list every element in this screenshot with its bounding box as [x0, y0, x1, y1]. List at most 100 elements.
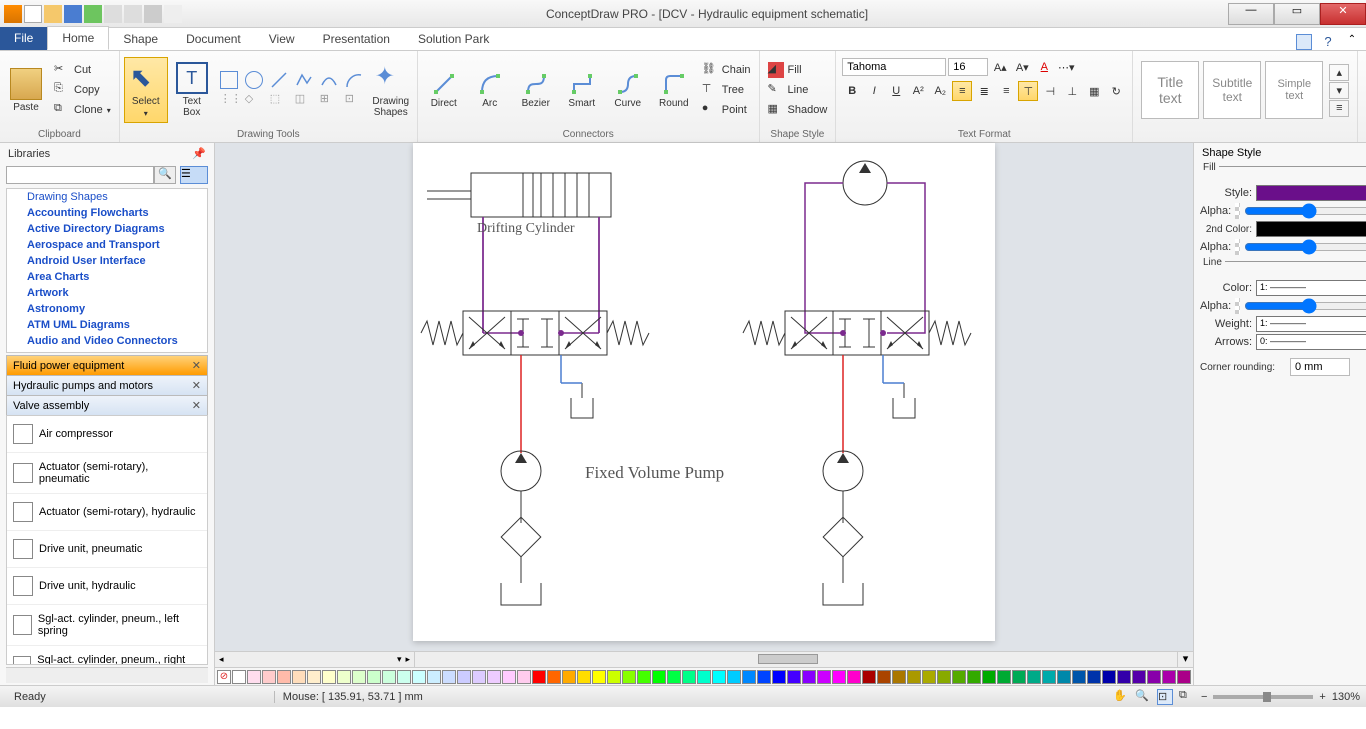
palette-swatch[interactable] [847, 670, 861, 684]
maximize-button[interactable]: ▭ [1274, 3, 1320, 25]
tab-shape[interactable]: Shape [109, 28, 172, 50]
tree-active-directory[interactable]: Active Directory Diagrams [7, 221, 207, 237]
lib-tab-valve[interactable]: Valve assembly✕ [6, 395, 208, 416]
text-bg-button[interactable]: ▦ [1084, 81, 1104, 101]
fill-alpha-slider[interactable] [1244, 205, 1366, 217]
palette-swatch[interactable] [1177, 670, 1191, 684]
tool-edit2-icon[interactable]: ◇ [245, 92, 263, 110]
qat-layers-icon[interactable] [84, 5, 102, 23]
tool-line-icon[interactable] [270, 71, 288, 89]
list-item[interactable]: Sgl-act. cylinder, pneum., right spring [7, 646, 207, 665]
library-view-button[interactable]: ☰ [180, 166, 208, 184]
pan-icon[interactable]: ✋ [1113, 689, 1129, 705]
fill-color-well[interactable] [1256, 185, 1366, 201]
text-rotate-button[interactable]: ↻ [1106, 81, 1126, 101]
palette-swatch[interactable] [592, 670, 606, 684]
palette-swatch[interactable] [772, 670, 786, 684]
tool-edit1-icon[interactable]: ⋮⋮ [220, 92, 238, 110]
second-alpha-slider[interactable] [1244, 241, 1366, 253]
tool-ellipse-icon[interactable] [245, 71, 263, 89]
styles-more-button[interactable]: ≡ [1329, 100, 1349, 117]
connector-round-button[interactable]: Round [652, 57, 696, 123]
align-middle-button[interactable]: ⊣ [1040, 81, 1060, 101]
library-search-input[interactable] [6, 166, 154, 184]
drawing-shapes-button[interactable]: ✦ Drawing Shapes [369, 57, 413, 123]
palette-swatch[interactable] [577, 670, 591, 684]
tree-audio-video[interactable]: Audio and Video Connectors [7, 333, 207, 349]
close-tab-icon[interactable]: ✕ [192, 379, 201, 392]
list-item[interactable]: Air compressor [7, 416, 207, 453]
palette-swatch[interactable] [352, 670, 366, 684]
select-button[interactable]: ⬉ Select ▾ [124, 57, 168, 123]
page-tabs[interactable]: ◂ ▾ ▸ [215, 652, 415, 667]
qat-print-icon[interactable] [144, 5, 162, 23]
text-more-button[interactable]: ⋯▾ [1056, 57, 1076, 77]
font-name-select[interactable] [842, 58, 946, 76]
tool-edit3-icon[interactable]: ⬚ [270, 92, 288, 110]
subscript-button[interactable]: A₂ [930, 81, 950, 101]
library-tree[interactable]: Drawing Shapes Accounting Flowcharts Act… [6, 188, 208, 353]
vscroll-down-icon[interactable]: ▾ [1177, 652, 1193, 667]
canvas-page[interactable]: Drifting Cylinder Fixed Volume Pump [413, 143, 995, 641]
connector-smart-button[interactable]: Smart [560, 57, 604, 123]
palette-swatch[interactable] [952, 670, 966, 684]
arrows-select[interactable]: 0: ———— [1256, 334, 1366, 350]
tree-aerospace[interactable]: Aerospace and Transport [7, 237, 207, 253]
palette-swatch[interactable] [1162, 670, 1176, 684]
palette-swatch[interactable] [667, 670, 681, 684]
cut-button[interactable]: ✂Cut [50, 60, 115, 80]
list-item[interactable]: Drive unit, pneumatic [7, 531, 207, 568]
palette-swatch[interactable] [532, 670, 546, 684]
qat-save-icon[interactable] [64, 5, 82, 23]
paste-button[interactable]: Paste [4, 57, 48, 123]
palette-swatch[interactable] [412, 670, 426, 684]
palette-swatch[interactable] [907, 670, 921, 684]
connector-tree-button[interactable]: ⊤Tree [698, 80, 755, 100]
palette-swatch[interactable] [292, 670, 306, 684]
palette-swatch[interactable] [817, 670, 831, 684]
styles-up-button[interactable]: ▴ [1329, 64, 1349, 81]
palette-swatch[interactable] [1102, 670, 1116, 684]
clone-button[interactable]: ⧉Clone▾ [50, 100, 115, 120]
palette-swatch[interactable] [277, 670, 291, 684]
page-prev-icon[interactable]: ◂ [219, 654, 224, 665]
palette-swatch[interactable] [652, 670, 666, 684]
line-weight-select[interactable]: 1: ———— [1256, 316, 1366, 332]
copy-button[interactable]: ⎘Copy [50, 80, 115, 100]
palette-swatch[interactable] [937, 670, 951, 684]
close-tab-icon[interactable]: ✕ [192, 359, 201, 372]
palette-swatch[interactable] [832, 670, 846, 684]
palette-swatch[interactable] [1087, 670, 1101, 684]
tab-presentation[interactable]: Presentation [309, 28, 404, 50]
search-button[interactable]: 🔍 [154, 166, 176, 184]
palette-swatch[interactable] [517, 670, 531, 684]
style-subtitle-button[interactable]: Subtitle text [1203, 61, 1261, 119]
palette-swatch[interactable] [397, 670, 411, 684]
palette-swatch[interactable] [502, 670, 516, 684]
lib-tab-fluid-power[interactable]: Fluid power equipment✕ [6, 355, 208, 376]
styles-down-button[interactable]: ▾ [1329, 82, 1349, 99]
qat-redo-icon[interactable] [124, 5, 142, 23]
canvas-scrollbars[interactable]: ◂ ▾ ▸ ▾ [215, 651, 1193, 667]
palette-swatch[interactable] [757, 670, 771, 684]
palette-swatch[interactable] [892, 670, 906, 684]
tool-polyline-icon[interactable] [295, 71, 313, 89]
decrease-font-button[interactable]: A▾ [1012, 57, 1032, 77]
palette-nopaint-icon[interactable]: ⊘ [217, 670, 231, 684]
increase-font-button[interactable]: A▴ [990, 57, 1010, 77]
list-item[interactable]: Actuator (semi-rotary), pneumatic [7, 453, 207, 494]
palette-swatch[interactable] [1072, 670, 1086, 684]
zoom-selection-icon[interactable]: ⧉ [1179, 689, 1195, 705]
palette-swatch[interactable] [622, 670, 636, 684]
tab-solution-park[interactable]: Solution Park [404, 28, 503, 50]
align-center-button[interactable]: ≣ [974, 81, 994, 101]
palette-swatch[interactable] [1012, 670, 1026, 684]
clipboard-panel-icon[interactable] [1296, 34, 1312, 50]
palette-swatch[interactable] [877, 670, 891, 684]
font-color-button[interactable]: A [1034, 57, 1054, 77]
fill-button[interactable]: ◢Fill [764, 60, 832, 80]
tool-arc-icon[interactable] [345, 71, 363, 89]
line-color-select[interactable]: 1: ———— [1256, 280, 1366, 296]
style-simple-button[interactable]: Simple text [1265, 61, 1323, 119]
palette-swatch[interactable] [547, 670, 561, 684]
